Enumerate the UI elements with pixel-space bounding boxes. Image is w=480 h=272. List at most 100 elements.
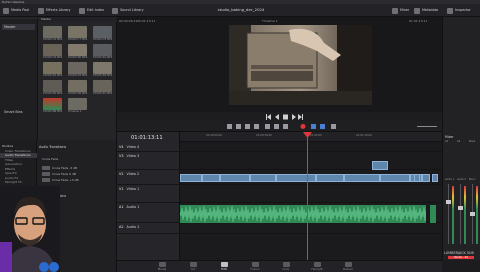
media-clip-thumbnail[interactable] bbox=[43, 98, 62, 110]
media-pool-clip-grid: P1020176.MP4 P1020177.MP4 P1020178.MP4 P102… bbox=[38, 22, 117, 140]
media-pool-button[interactable]: Media Pool bbox=[3, 6, 29, 15]
mixer-channel-name: Audio 2 bbox=[457, 178, 467, 181]
media-clip-name: P1020188.MP4 bbox=[43, 110, 63, 113]
page-tab-label: Color bbox=[282, 267, 290, 271]
media-clip-thumbnail[interactable] bbox=[43, 26, 62, 38]
media-clip-name: P1020182.MP4 bbox=[43, 74, 63, 77]
media-clip-thumbnail[interactable] bbox=[68, 62, 87, 74]
video-clip[interactable] bbox=[344, 174, 380, 182]
zoom-slider[interactable] bbox=[417, 126, 437, 127]
media-clip-thumbnail[interactable] bbox=[93, 44, 112, 56]
effects-library-button[interactable]: Effects Library bbox=[38, 6, 70, 15]
audio-transition-list: Cross Fade -3 dB Cross Fade 0 dB Cross Fad… bbox=[42, 165, 112, 183]
media-clip-name: P1020176.MP4 bbox=[43, 38, 63, 41]
mixer-fader[interactable] bbox=[458, 206, 463, 210]
page-tab-color[interactable]: Color bbox=[272, 261, 300, 272]
page-tab-deliver[interactable]: Deliver bbox=[334, 261, 362, 272]
media-clip-thumbnail[interactable] bbox=[93, 80, 112, 92]
video-clip[interactable] bbox=[414, 174, 420, 182]
video-clip[interactable] bbox=[276, 174, 316, 182]
track-name: Video 2 bbox=[126, 172, 140, 176]
page-tab-label: Deliver bbox=[343, 267, 353, 271]
media-clip-name: P1020180.MP4 bbox=[68, 56, 88, 59]
page-tab-media[interactable]: Media bbox=[148, 261, 176, 272]
mixer-fader[interactable] bbox=[470, 212, 475, 216]
inspector-button[interactable]: Inspector bbox=[447, 6, 471, 15]
audio-transition-item[interactable]: Cross Fade +3 dB bbox=[42, 177, 112, 183]
track-header: V2 Video 2 bbox=[117, 171, 180, 185]
track-header: V3 Video 3 bbox=[117, 153, 180, 170]
edit-tools[interactable] bbox=[227, 123, 345, 130]
transition-icon bbox=[42, 172, 50, 176]
track-name: Video 3 bbox=[126, 154, 140, 158]
viewer-frame bbox=[229, 25, 372, 105]
project-title: studio_baking_dec_2024 bbox=[217, 7, 265, 12]
video-clip[interactable] bbox=[180, 174, 202, 182]
smart-bins-label: Smart Bins bbox=[4, 110, 23, 114]
media-clip-thumbnail[interactable] bbox=[93, 26, 112, 38]
track-name: Audio 2 bbox=[126, 225, 140, 229]
edit-index-button[interactable]: Edit Index bbox=[79, 6, 104, 15]
media-clip-name: P1020184.MP4 bbox=[93, 74, 113, 77]
media-clip-name: P1020187.MP4 bbox=[93, 92, 113, 95]
media-clip-name: P1020177.MP4 bbox=[68, 38, 88, 41]
page-tab-fairlight[interactable]: Fairlight bbox=[303, 261, 331, 272]
interface-toolbar: Media Pool Effects Library Edit Index So… bbox=[0, 4, 480, 17]
mixer-meter bbox=[476, 186, 478, 244]
video-clip[interactable] bbox=[422, 174, 430, 182]
music-icon bbox=[112, 7, 118, 14]
mixer-channel-label: A2 bbox=[457, 140, 461, 143]
video-clip[interactable] bbox=[316, 174, 344, 182]
track-lane bbox=[180, 144, 442, 152]
video-clip[interactable] bbox=[250, 174, 276, 182]
transition-icon bbox=[42, 178, 50, 182]
effects-tree-item[interactable]: Fairlight FX bbox=[0, 180, 37, 185]
overlay-caption: LUMBERJACK SUB bbox=[444, 251, 474, 255]
mixer-fader[interactable] bbox=[446, 200, 451, 204]
media-clip-thumbnail[interactable] bbox=[43, 80, 62, 92]
video-clip[interactable] bbox=[432, 174, 438, 182]
mixer-channel-name: Audio 1 bbox=[445, 178, 455, 181]
track-header: V1 Video 1 bbox=[117, 186, 180, 203]
cross-fade-header: Cross Fade bbox=[42, 157, 59, 161]
media-clip-name: P1020186.MP4 bbox=[68, 92, 88, 95]
bin-list: Master Smart Bins bbox=[0, 19, 38, 140]
sound-library-button[interactable]: Sound Library bbox=[112, 6, 144, 15]
viewer-duration: 00:00:26:21 bbox=[119, 19, 138, 23]
page-tab-cut[interactable]: Cut bbox=[179, 261, 207, 272]
video-clip[interactable] bbox=[372, 161, 388, 170]
bin-master[interactable]: Master bbox=[2, 24, 35, 30]
media-clip-thumbnail[interactable] bbox=[68, 26, 87, 38]
video-clip[interactable] bbox=[380, 174, 410, 182]
viewer-timeline-name: Timeline 1 bbox=[262, 19, 278, 23]
viewer-timecode: 01:01:13:11 bbox=[409, 19, 428, 23]
effects-tree-list: Toolbox Video Transitions Audio Transition… bbox=[0, 144, 37, 185]
video-clip[interactable] bbox=[202, 174, 220, 182]
media-clip-thumbnail[interactable] bbox=[93, 62, 112, 74]
media-clip-name: P1020185.MP4 bbox=[43, 92, 63, 95]
mixer-channels: A1 Audio 1 A2 Audio 2 Bus1 Bus 1 bbox=[443, 140, 480, 258]
track-id: A1 bbox=[119, 205, 124, 209]
transport-controls[interactable] bbox=[265, 113, 305, 121]
track-id: V4 bbox=[119, 145, 124, 149]
playhead-handle[interactable] bbox=[303, 132, 312, 138]
media-clip-name: P1020181.MP4 bbox=[93, 56, 113, 59]
playhead[interactable] bbox=[307, 132, 308, 260]
mixer-button[interactable]: Mixer bbox=[392, 6, 409, 15]
video-clip[interactable] bbox=[220, 174, 250, 182]
media-clip-name: P1020178.MP4 bbox=[93, 38, 113, 41]
track-lane bbox=[180, 153, 442, 170]
media-clip-thumbnail[interactable] bbox=[43, 44, 62, 56]
audio-transition-label: Cross Fade +3 dB bbox=[52, 178, 79, 182]
audio-clip[interactable] bbox=[430, 205, 436, 223]
track-lane bbox=[180, 186, 442, 203]
metadata-button[interactable]: Metadata bbox=[414, 6, 438, 15]
media-clip-thumbnail[interactable] bbox=[68, 44, 87, 56]
media-clip-thumbnail[interactable] bbox=[68, 80, 87, 92]
media-clip-thumbnail[interactable] bbox=[43, 62, 62, 74]
media-clip-thumbnail[interactable] bbox=[68, 98, 87, 110]
waveform-path bbox=[180, 205, 426, 223]
page-tab-fusion[interactable]: Fusion bbox=[241, 261, 269, 272]
mixer-fader-track bbox=[448, 184, 449, 244]
page-tab-edit[interactable]: Edit bbox=[210, 261, 238, 272]
